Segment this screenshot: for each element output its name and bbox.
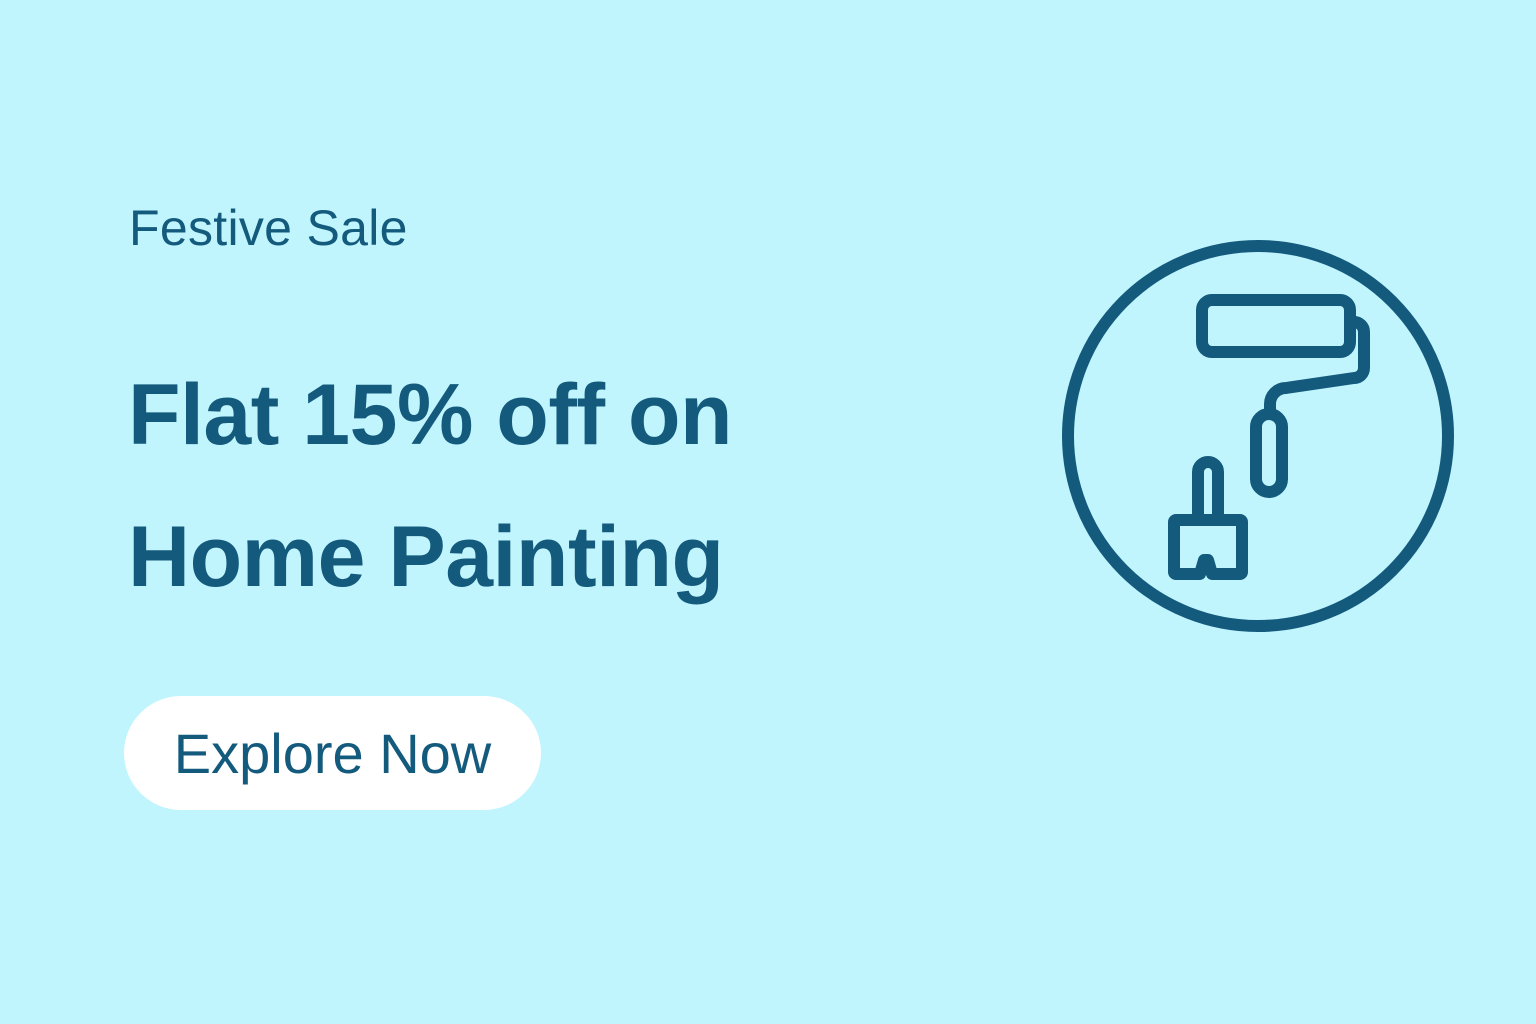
explore-now-button[interactable]: Explore Now	[124, 696, 541, 810]
headline: Flat 15% off on Home Painting	[128, 344, 733, 628]
headline-line-2: Home Painting	[128, 509, 724, 605]
paint-roller-and-brush-icon	[1062, 240, 1454, 632]
headline-line-1: Flat 15% off on	[128, 367, 733, 463]
promo-banner: Festive Sale Flat 15% off on Home Painti…	[0, 0, 1536, 1024]
brush-head-icon	[1168, 514, 1248, 580]
sale-label: Festive Sale	[129, 200, 408, 256]
roller-cover-icon	[1196, 294, 1356, 358]
brush-handle-icon	[1192, 456, 1224, 526]
roller-handle-icon	[1250, 408, 1288, 498]
